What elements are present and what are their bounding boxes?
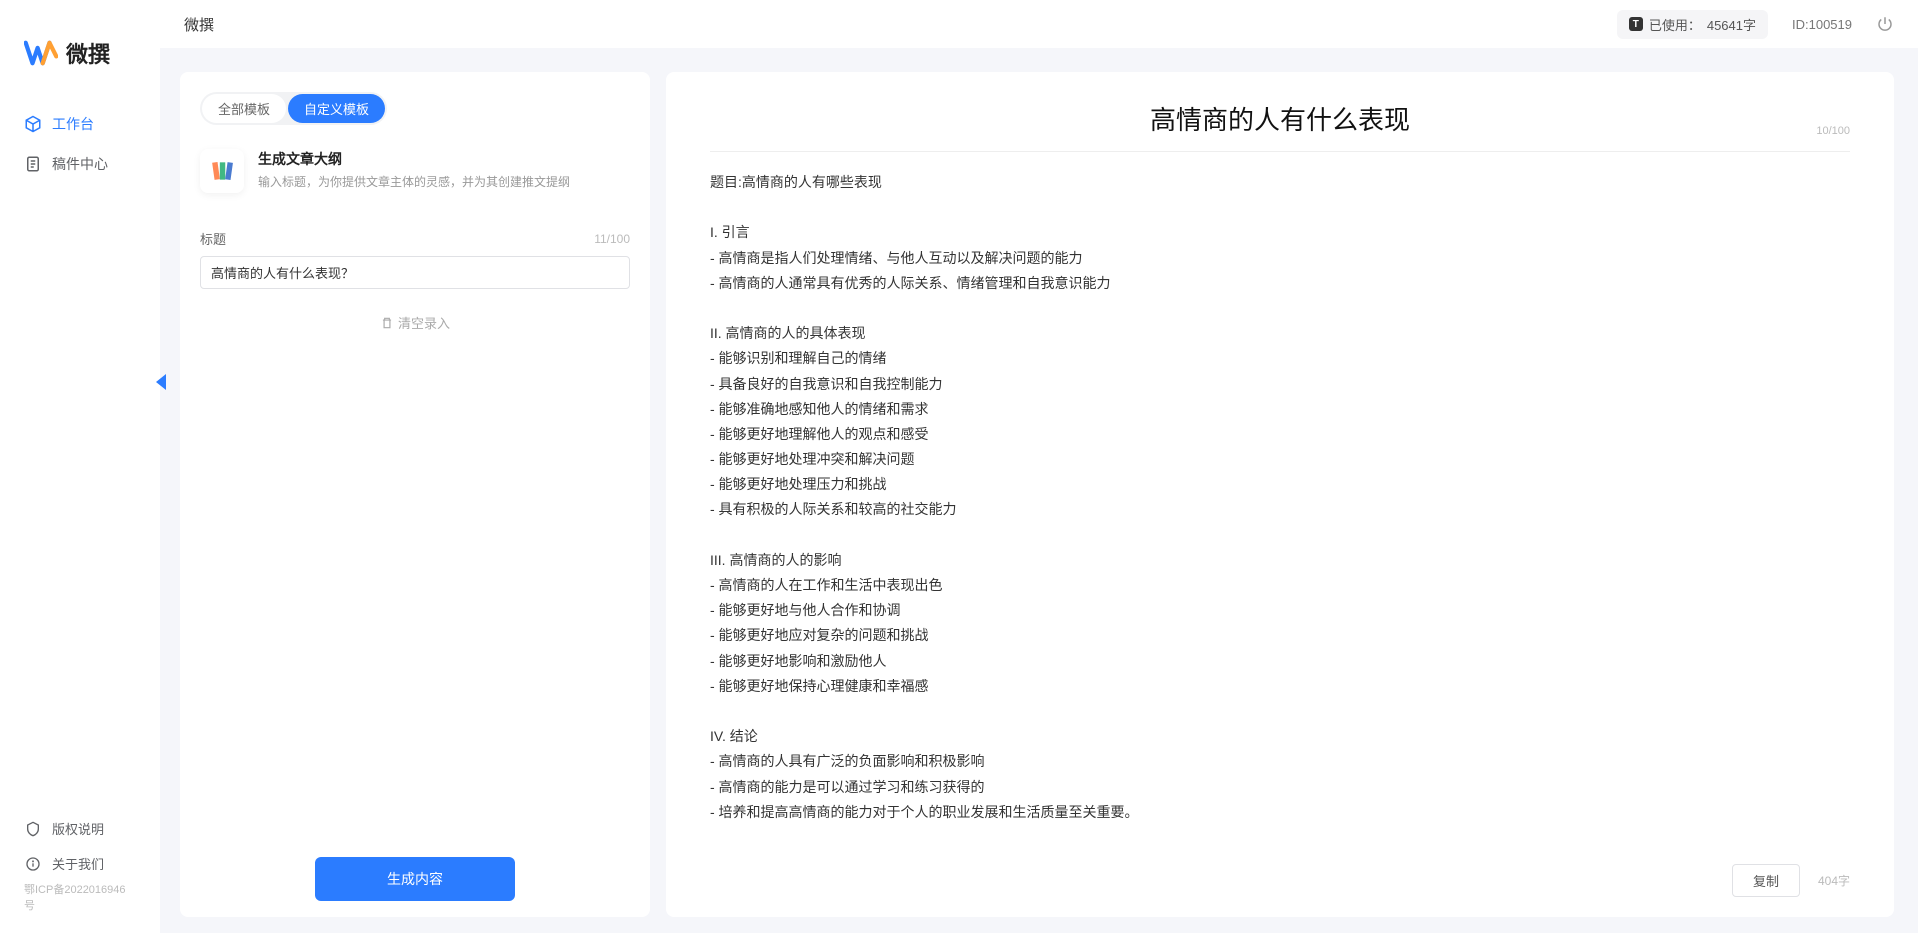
info-icon <box>24 855 42 873</box>
nav-about[interactable]: 关于我们 <box>0 846 160 881</box>
logo: 微撰 <box>0 0 160 94</box>
template-card: 生成文章大纲 输入标题，为你提供文章主体的灵感，并为其创建推文提纲 <box>200 149 630 193</box>
copy-button[interactable]: 复制 <box>1732 864 1800 897</box>
user-id: ID:100519 <box>1792 17 1852 32</box>
logo-text: 微撰 <box>66 37 110 69</box>
nav-label: 工作台 <box>52 114 94 134</box>
books-icon <box>200 149 244 193</box>
word-count: 404字 <box>1818 872 1850 889</box>
sidebar-footer: 版权说明 关于我们 鄂ICP备2022016946号 <box>0 805 160 933</box>
nav-label: 关于我们 <box>52 854 104 873</box>
shield-icon <box>24 820 42 838</box>
clear-label: 清空录入 <box>398 313 450 332</box>
input-panel: 全部模板 自定义模板 生成文章大纲 输入标题，为你提供文章主体的灵感，并为其创建… <box>180 72 650 917</box>
workspace: 全部模板 自定义模板 生成文章大纲 输入标题，为你提供文章主体的灵感，并为其创建… <box>160 48 1918 933</box>
output-panel: 高情商的人有什么表现 10/100 题目:高情商的人有哪些表现 I. 引言 - … <box>666 72 1894 917</box>
template-title: 生成文章大纲 <box>258 149 570 169</box>
logo-icon <box>24 36 58 70</box>
collapse-sidebar-button[interactable] <box>152 372 168 392</box>
nav-workbench[interactable]: 工作台 <box>0 104 160 144</box>
title-input[interactable] <box>200 256 630 289</box>
icp-text: 鄂ICP备2022016946号 <box>0 881 160 923</box>
t-icon: T <box>1629 17 1643 31</box>
page-title: 微撰 <box>184 14 214 35</box>
usage-value: 45641字 <box>1707 15 1756 34</box>
nav-drafts[interactable]: 稿件中心 <box>0 144 160 184</box>
sidebar: 微撰 工作台 稿件中心 版权说明 <box>0 0 160 933</box>
doc-footer: 复制 404字 <box>710 852 1850 897</box>
trash-icon <box>380 316 394 330</box>
title-form: 标题 11/100 <box>200 229 630 289</box>
clear-input-button[interactable]: 清空录入 <box>200 313 630 332</box>
topbar: 微撰 T 已使用： 45641字 ID:100519 <box>160 0 1918 48</box>
power-icon[interactable] <box>1876 15 1894 33</box>
doc-body[interactable]: 题目:高情商的人有哪些表现 I. 引言 - 高情商是指人们处理情绪、与他人互动以… <box>710 152 1850 852</box>
nav-copyright[interactable]: 版权说明 <box>0 811 160 846</box>
cube-icon <box>24 115 42 133</box>
template-desc: 输入标题，为你提供文章主体的灵感，并为其创建推文提纲 <box>258 173 570 190</box>
nav-label: 稿件中心 <box>52 154 108 174</box>
tab-all-templates[interactable]: 全部模板 <box>202 94 286 123</box>
tab-custom-templates[interactable]: 自定义模板 <box>288 94 385 123</box>
template-tabs: 全部模板 自定义模板 <box>200 92 387 125</box>
nav-label: 版权说明 <box>52 819 104 838</box>
nav: 工作台 稿件中心 <box>0 94 160 805</box>
usage-label: 已使用： <box>1649 15 1701 34</box>
title-char-count: 11/100 <box>594 232 630 246</box>
doc-title-count: 10/100 <box>1816 125 1850 137</box>
generate-button[interactable]: 生成内容 <box>315 857 515 901</box>
doc-header: 高情商的人有什么表现 10/100 <box>710 100 1850 152</box>
document-icon <box>24 155 42 173</box>
usage-badge[interactable]: T 已使用： 45641字 <box>1617 10 1768 39</box>
doc-title: 高情商的人有什么表现 <box>710 100 1850 137</box>
main: 微撰 T 已使用： 45641字 ID:100519 全部模板 自定义模板 <box>160 0 1918 933</box>
title-label: 标题 <box>200 229 226 248</box>
